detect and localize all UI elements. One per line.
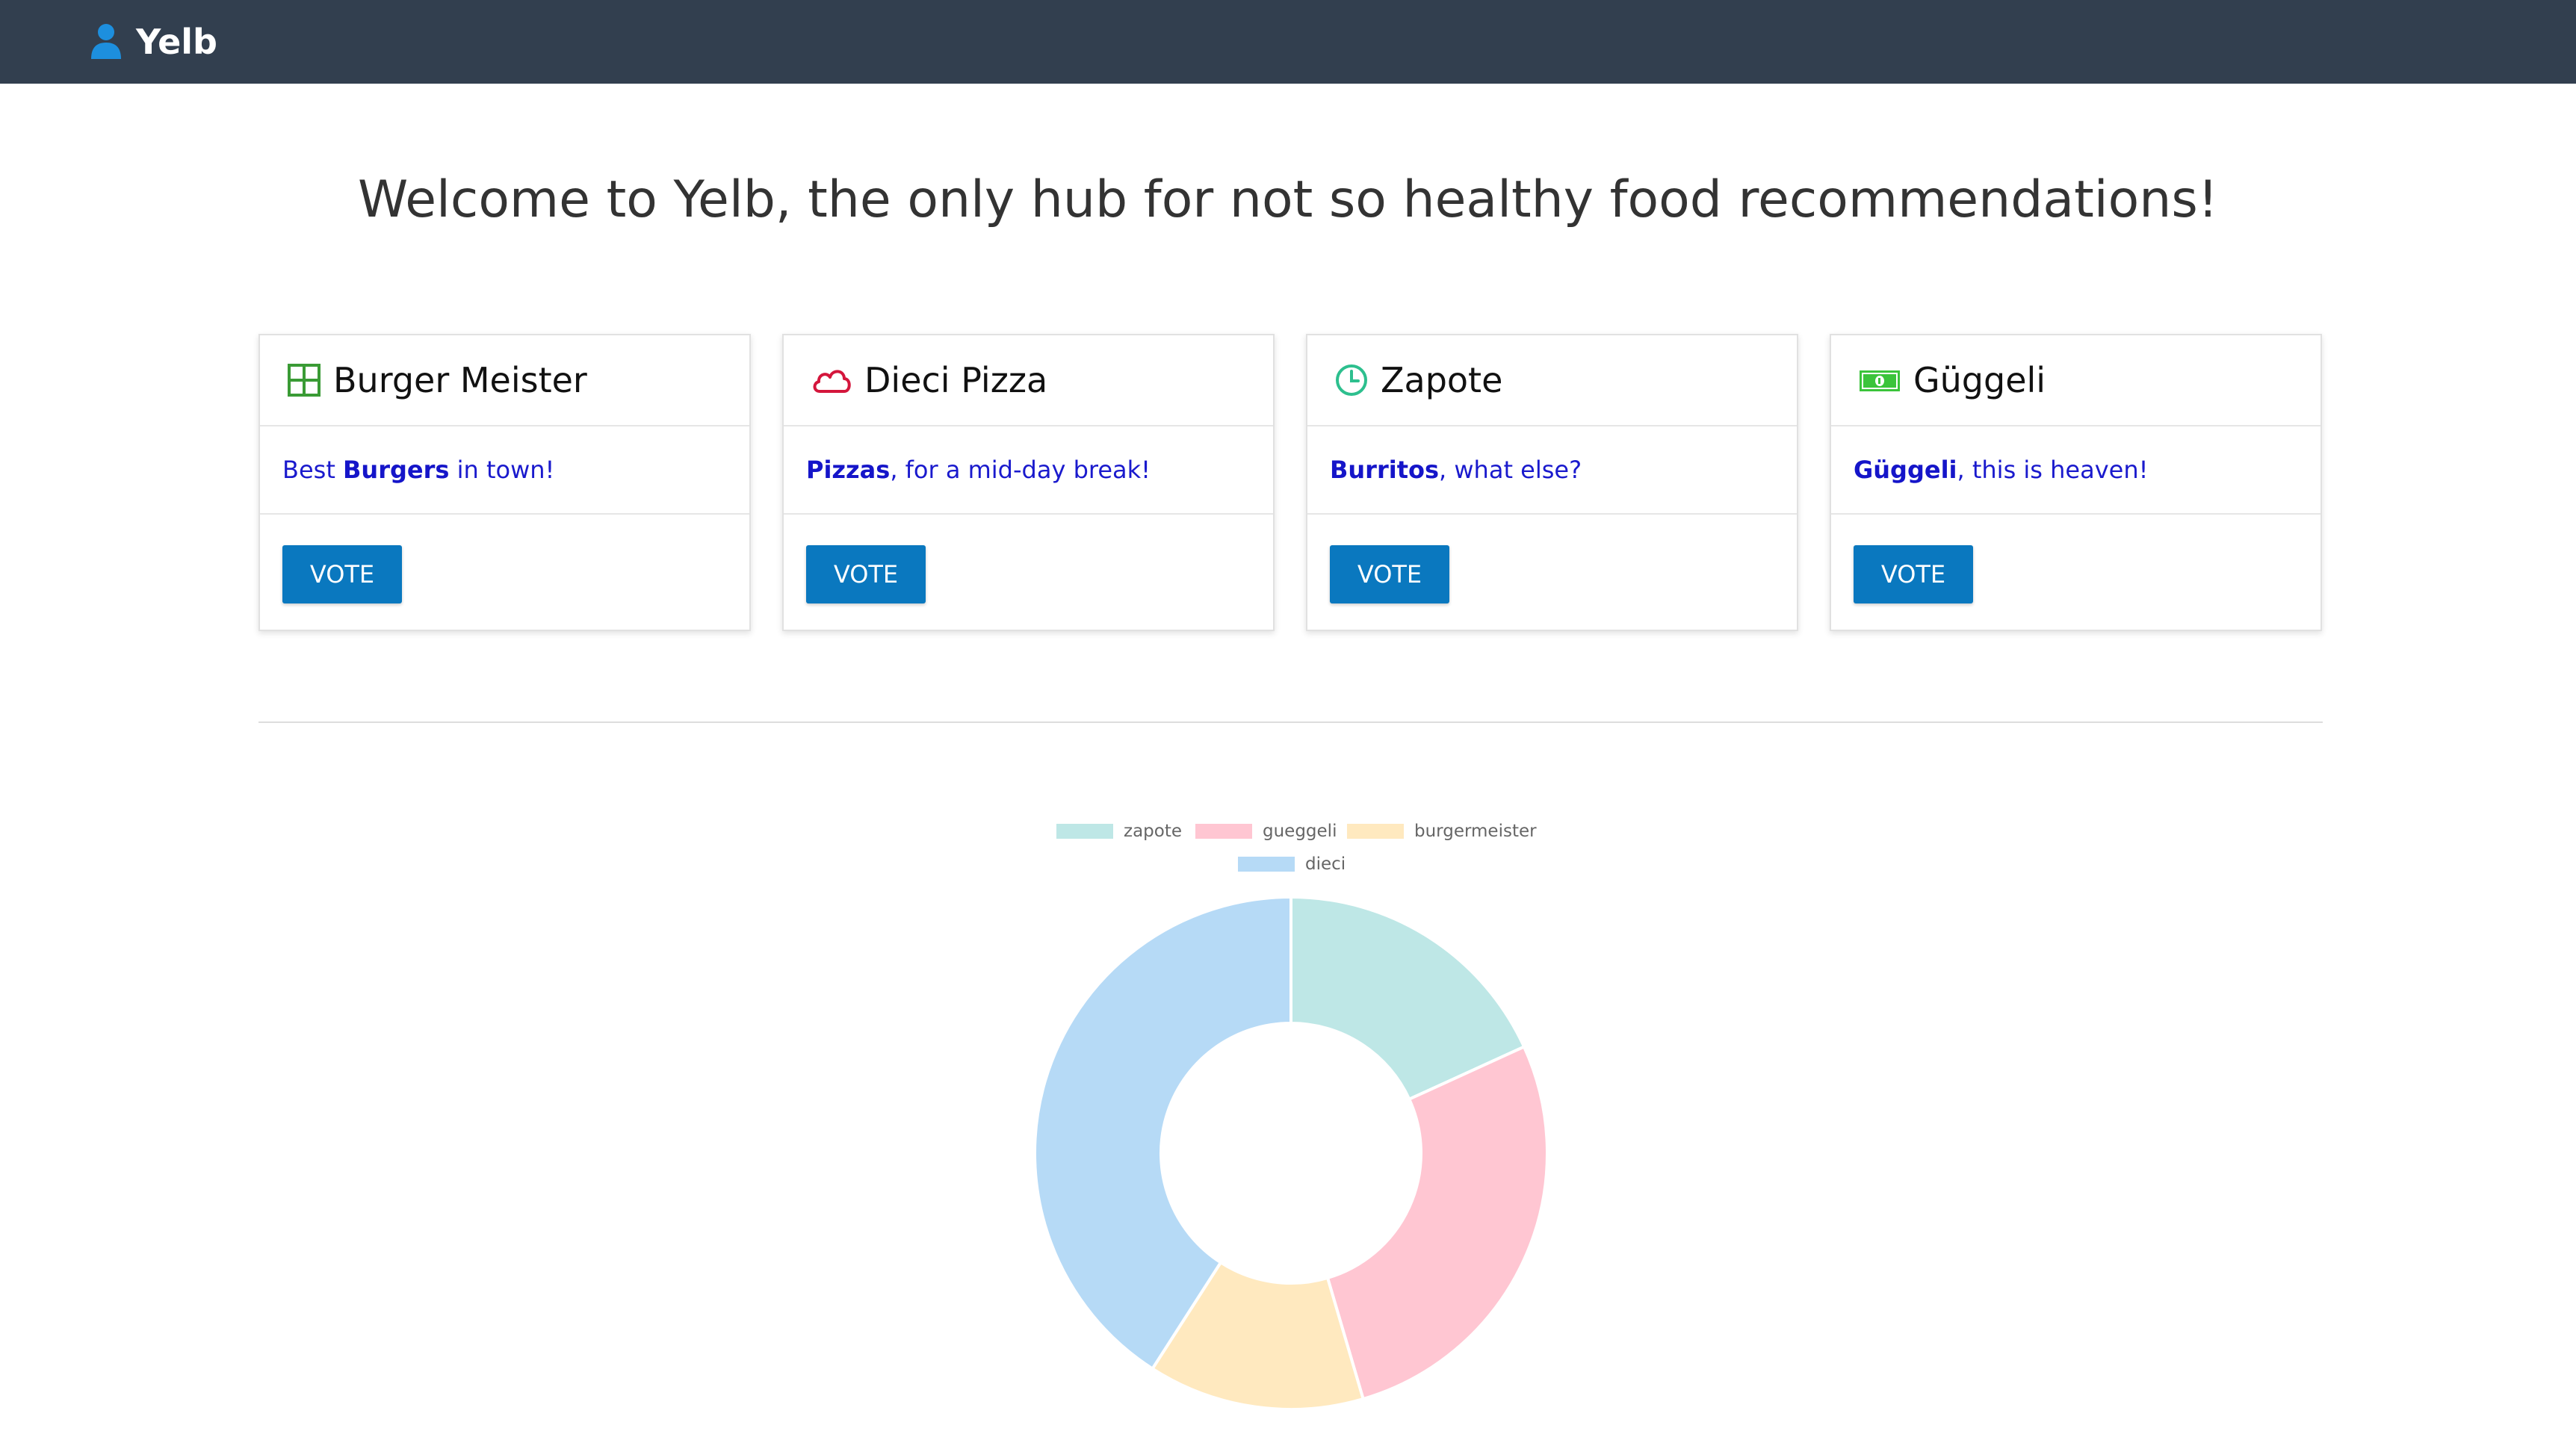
cloud-icon [813,370,851,393]
clock-icon [1336,364,1367,396]
restaurant-card-zapote: Zapote Burritos, what else? VOTE [1306,334,1798,631]
legend-label: zapote [1124,822,1183,841]
donut-slice-gueggeli[interactable] [1325,1044,1549,1401]
card-description: Best Burgers in town! [260,426,749,515]
card-title: Dieci Pizza [864,360,1048,400]
top-navbar: Yelb [0,0,2576,84]
card-title: Burger Meister [333,360,587,400]
card-description: Pizzas, for a mid-day break! [784,426,1273,515]
legend-swatch [1056,824,1113,839]
legend-item-gueggeli[interactable]: gueggeli [1195,822,1337,841]
desc-suffix: , what else? [1439,456,1582,484]
card-description: Güggeli, this is heaven! [1831,426,2320,515]
vote-button-burger-meister[interactable]: VOTE [282,545,402,603]
desc-suffix: in town! [449,456,555,484]
section-divider [258,721,2323,723]
desc-highlight: Burritos [1330,456,1440,484]
card-title: Zapote [1381,360,1503,400]
brand[interactable]: Yelb [90,16,217,67]
legend-swatch [1195,824,1252,839]
card-header: Güggeli [1831,335,2320,426]
vote-button-zapote[interactable]: VOTE [1330,545,1449,603]
desc-suffix: , for a mid-day break! [890,456,1151,484]
legend-label: gueggeli [1263,822,1337,841]
votes-donut-chart [1033,895,1549,1411]
vote-button-dieci-pizza[interactable]: VOTE [806,545,926,603]
restaurant-card-dieci-pizza: Dieci Pizza Pizzas, for a mid-day break!… [782,334,1275,631]
card-title: Güggeli [1913,360,2046,400]
brand-name: Yelb [136,22,217,62]
desc-highlight: Pizzas [806,456,891,484]
legend-swatch [1347,824,1404,839]
legend-label: burgermeister [1414,822,1537,841]
grid-icon [288,364,321,397]
desc-prefix: Best [282,456,344,484]
card-description: Burritos, what else? [1307,426,1797,515]
legend-item-zapote[interactable]: zapote [1056,822,1182,841]
card-header: Dieci Pizza [784,335,1273,426]
legend-swatch [1238,857,1295,872]
restaurant-card-burger-meister: Burger Meister Best Burgers in town! VOT… [258,334,751,631]
restaurant-card-guggeli: Güggeli Güggeli, this is heaven! VOTE [1830,334,2322,631]
card-header: Zapote [1307,335,1797,426]
legend-item-burgermeister[interactable]: burgermeister [1347,822,1537,841]
legend-item-dieci[interactable]: dieci [1238,854,1346,874]
welcome-heading: Welcome to Yelb, the only hub for not so… [357,170,2219,229]
money-icon [1860,370,1900,391]
vote-button-guggeli[interactable]: VOTE [1854,545,1973,603]
user-icon [91,24,121,59]
desc-highlight: Güggeli [1854,456,1957,484]
desc-highlight: Burgers [343,456,450,484]
desc-suffix: , this is heaven! [1957,456,2149,484]
card-header: Burger Meister [260,335,749,426]
legend-label: dieci [1305,854,1346,874]
